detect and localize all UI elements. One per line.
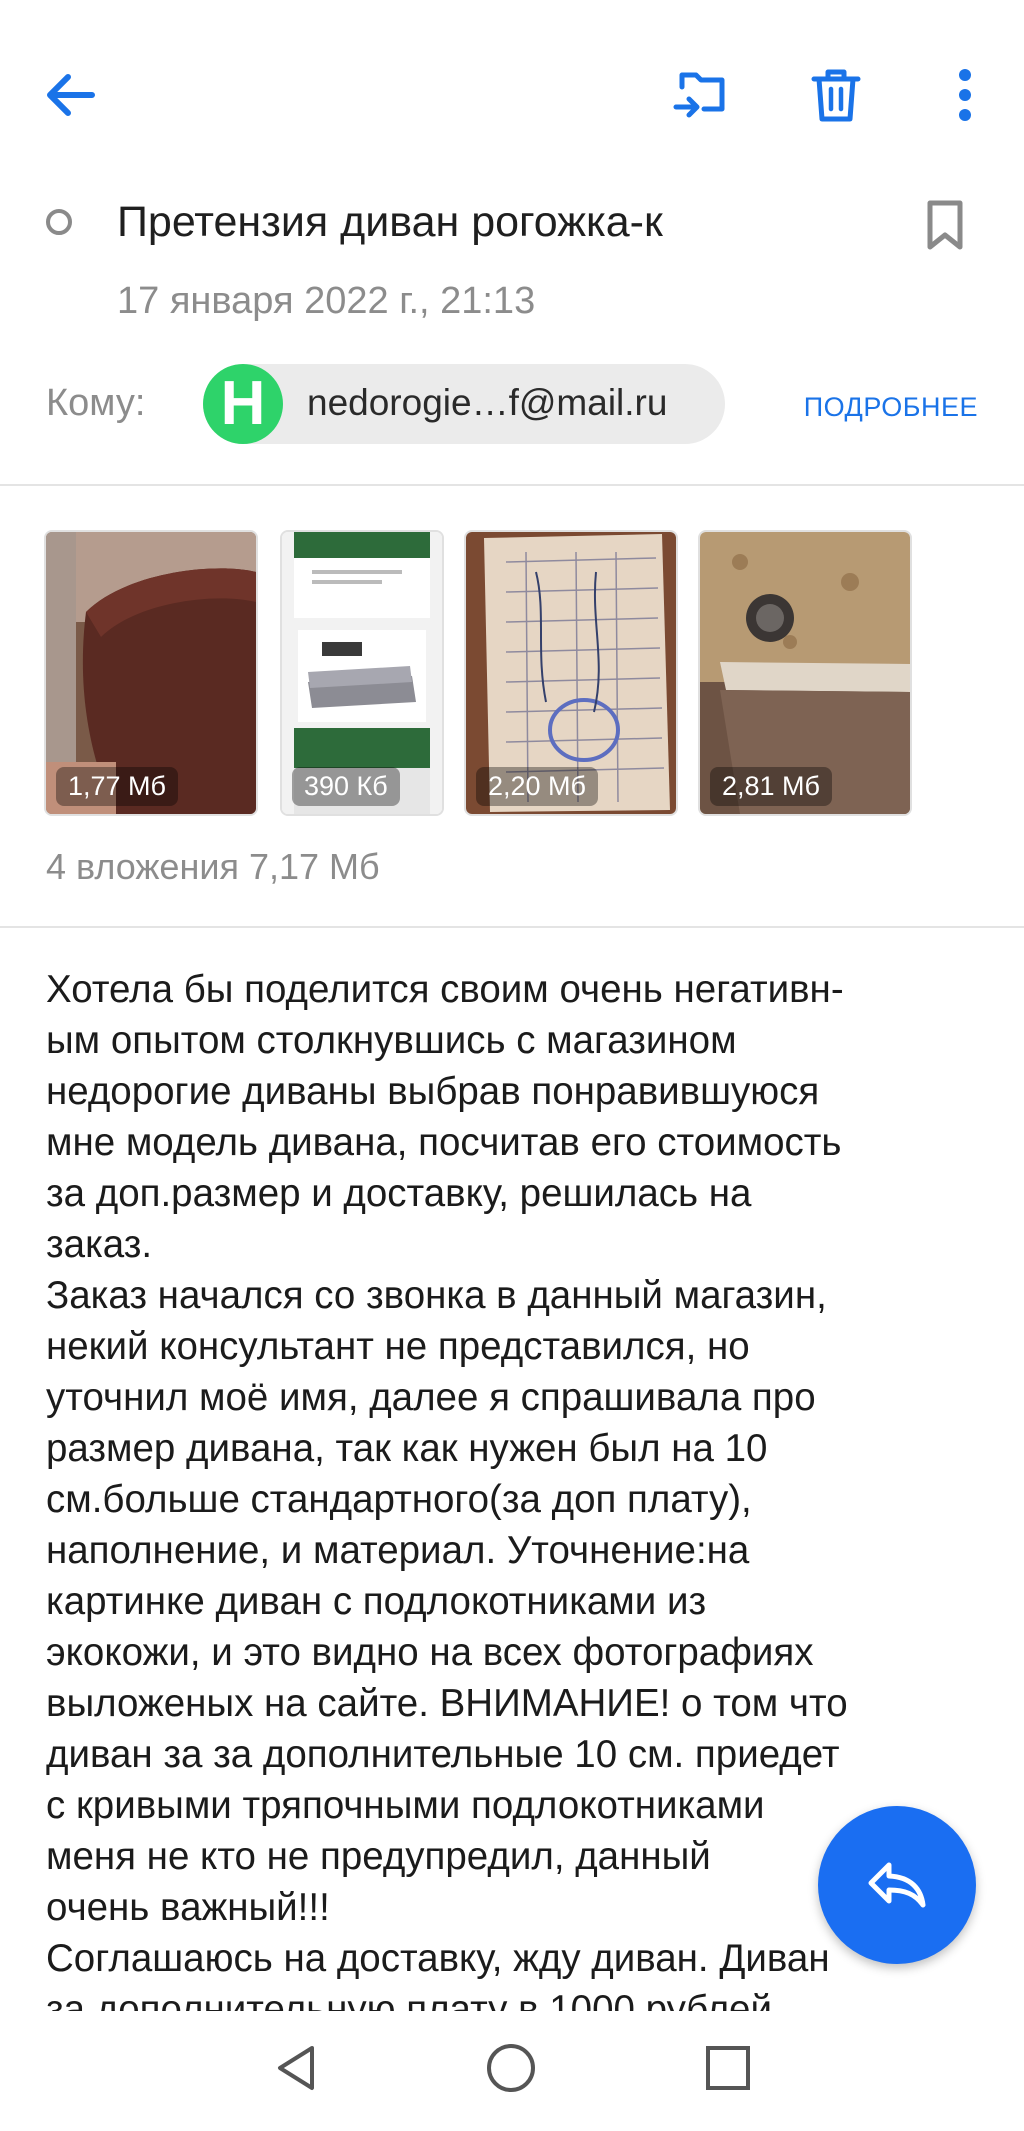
attachment-thumbnail[interactable]: 2,20 Мб [466,532,676,814]
nav-back-triangle-icon [278,2046,314,2090]
nav-home-circle-icon [487,2044,535,2092]
attachment-thumbnail[interactable]: 2,81 Мб [700,532,910,814]
attachment-size: 390 Кб [292,767,400,806]
reply-icon [868,1862,926,1908]
to-label: Кому: [46,382,146,424]
arrow-left-icon [47,74,95,116]
delete-button[interactable] [796,55,876,135]
attachment-size: 2,20 Мб [476,767,599,806]
more-options-button[interactable] [925,55,1005,135]
move-to-folder-icon [673,72,725,118]
back-button[interactable] [30,55,110,135]
nav-recents-button[interactable] [693,2033,763,2103]
details-link[interactable]: ПОДРОБНЕЕ [804,392,978,423]
reply-button[interactable] [818,1806,976,1964]
more-vertical-icon [959,69,971,121]
nav-home-button[interactable] [476,2033,546,2103]
nav-back-button[interactable] [262,2033,332,2103]
recipient-address: nedorogie…f@mail.ru [307,382,668,423]
system-nav-bar [0,2011,1024,2131]
divider [0,926,1024,928]
unread-circle-icon[interactable] [46,209,72,235]
recipient-row: Кому: H nedorogie…f@mail.ru ПОДРОБНЕЕ [0,362,1024,444]
bookmark-icon [927,200,963,250]
move-to-folder-button[interactable] [660,55,740,135]
avatar: H [203,364,283,444]
divider [0,484,1024,486]
bookmark-button[interactable] [910,190,980,260]
attachments-summary: 4 вложения 7,17 Мб [46,846,380,887]
attachment-thumbnail[interactable]: 1,77 Мб [46,532,256,814]
message-subject: Претензия диван рогожка-к [117,198,663,246]
message-date: 17 января 2022 г., 21:13 [117,280,536,322]
recipient-chip[interactable]: H nedorogie…f@mail.ru [203,364,725,444]
trash-icon [811,69,861,122]
body-paragraph: Хотела бы поделится своим очень негативн… [46,968,844,1266]
nav-recents-square-icon [706,2046,750,2090]
attachment-size: 2,81 Мб [710,767,833,806]
attachment-size: 1,77 Мб [56,767,179,806]
toolbar [0,0,1024,180]
attachment-thumbnail[interactable]: 390 Кб [282,532,442,814]
subject-row: Претензия диван рогожка-к [0,190,1024,260]
